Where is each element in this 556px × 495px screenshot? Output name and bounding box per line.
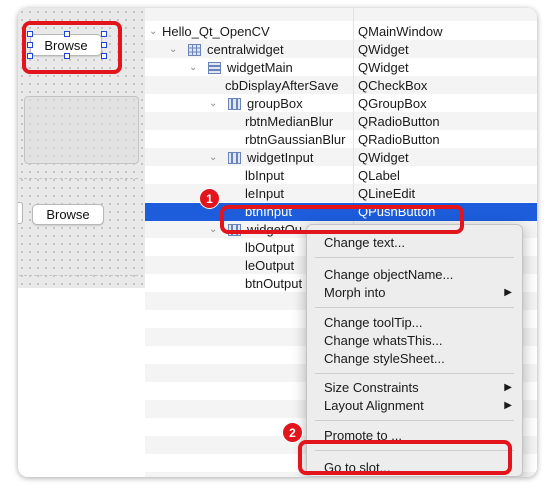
expand-chevron-icon[interactable]: ⌄ — [169, 41, 177, 59]
tree-row[interactable]: ⌄ groupBox QGroupBox — [145, 95, 537, 113]
expand-chevron-icon[interactable]: ⌄ — [189, 59, 197, 77]
step-badge-1: 1 — [199, 188, 220, 209]
menu-item-promote-to[interactable]: Promote to ... — [307, 427, 522, 445]
tree-class-name: QRadioButton — [358, 114, 440, 129]
selection-handle[interactable] — [101, 53, 107, 59]
menu-item-change-tooltip[interactable]: Change toolTip... — [307, 314, 522, 332]
selection-handle[interactable] — [64, 53, 70, 59]
tree-object-name: lbOutput — [245, 240, 295, 255]
widget-input-frame[interactable] — [18, 178, 138, 276]
menu-separator — [315, 450, 514, 451]
menu-item-change-object-name[interactable]: Change objectName... — [307, 266, 522, 284]
tree-class-name: QMainWindow — [358, 24, 443, 39]
tree-object-name: btnOutput — [245, 276, 303, 291]
tree-object-name: rbtnMedianBlur — [245, 114, 334, 129]
tree-object-name: Hello_Qt_OpenCV — [162, 24, 270, 39]
menu-item-label: Promote to ... — [324, 428, 403, 443]
step-badge-2: 2 — [282, 422, 303, 443]
groupbox-frame[interactable] — [24, 96, 139, 164]
menu-item-change-stylesheet[interactable]: Change styleSheet... — [307, 350, 522, 368]
expand-chevron-icon[interactable]: ⌄ — [209, 221, 217, 239]
tree-row[interactable]: ⌄ Hello_Qt_OpenCV QMainWindow — [145, 23, 537, 41]
menu-item-label: Change toolTip... — [324, 315, 423, 330]
tree-class-name: QLineEdit — [358, 186, 416, 201]
canvas-blank-area — [18, 288, 145, 477]
menu-separator — [315, 420, 514, 421]
tree-row[interactable]: cbDisplayAfterSave QCheckBox — [145, 77, 537, 95]
horizontal-layout-icon — [228, 152, 241, 164]
tree-row[interactable]: rbtnGaussianBlur QRadioButton — [145, 131, 537, 149]
tree-object-name: cbDisplayAfterSave — [225, 78, 339, 93]
tree-object-name: groupBox — [247, 96, 303, 111]
menu-separator — [315, 257, 514, 258]
tree-class-name: QWidget — [358, 42, 409, 57]
grid-layout-icon — [188, 44, 201, 56]
selection-handle[interactable] — [101, 42, 107, 48]
tree-object-name: widgetMain — [227, 60, 293, 75]
submenu-arrow-icon: ▶ — [504, 400, 512, 411]
tree-object-name: leOutput — [245, 258, 295, 273]
tree-class-name: QCheckBox — [358, 78, 428, 93]
menu-item-label: Change styleSheet... — [324, 351, 445, 366]
menu-item-label: Change objectName... — [324, 267, 454, 282]
line-edit-input-stub[interactable] — [18, 202, 23, 224]
menu-item-change-text[interactable]: Change text... — [307, 234, 522, 252]
menu-item-size-constraints[interactable]: Size Constraints ▶ — [307, 379, 522, 397]
menu-item-label: Go to slot... — [324, 460, 391, 475]
menu-item-layout-alignment[interactable]: Layout Alignment ▶ — [307, 397, 522, 415]
tree-object-name: centralwidget — [207, 42, 284, 57]
tree-row[interactable]: ⌄ widgetInput QWidget — [145, 149, 537, 167]
selection-handle[interactable] — [27, 53, 33, 59]
tree-object-name: btnInput — [245, 204, 292, 219]
menu-item-label: Change text... — [324, 235, 405, 250]
menu-item-label: Change whatsThis... — [324, 333, 443, 348]
tree-object-name: widgetInput — [247, 150, 314, 165]
menu-item-label: Morph into — [324, 285, 386, 300]
tree-object-name: lbInput — [245, 168, 285, 183]
menu-item-label: Size Constraints — [324, 380, 419, 395]
horizontal-layout-icon — [228, 224, 241, 236]
tree-class-name: QWidget — [358, 60, 409, 75]
tree-class-name: QLabel — [358, 168, 400, 183]
menu-item-morph-into[interactable]: Morph into ▶ — [307, 284, 522, 302]
menu-separator — [315, 373, 514, 374]
horizontal-layout-icon — [228, 98, 241, 110]
qt-designer-window: Browse Browse ⌄ Hello_Qt_OpenCV QMainWin… — [18, 8, 537, 477]
tree-row[interactable]: lbInput QLabel — [145, 167, 537, 185]
selection-handle[interactable] — [64, 31, 70, 37]
expand-chevron-icon[interactable]: ⌄ — [209, 95, 217, 113]
menu-item-go-to-slot[interactable]: Go to slot... — [307, 459, 522, 477]
selection-handle[interactable] — [101, 31, 107, 37]
vertical-layout-icon — [208, 62, 221, 74]
tree-class-name: QWidget — [358, 150, 409, 165]
tree-object-name: rbtnGaussianBlur — [245, 132, 346, 147]
menu-item-change-whats-this[interactable]: Change whatsThis... — [307, 332, 522, 350]
context-menu: Change text... Change objectName... Morp… — [306, 224, 523, 477]
submenu-arrow-icon: ▶ — [504, 287, 512, 298]
expand-chevron-icon[interactable]: ⌄ — [209, 149, 217, 167]
tree-row[interactable]: ⌄ widgetMain QWidget — [145, 59, 537, 77]
tree-object-name: widgetOu — [247, 222, 302, 237]
browse-button-middle[interactable]: Browse — [32, 204, 104, 225]
menu-separator — [315, 307, 514, 308]
tree-row[interactable]: ⌄ centralwidget QWidget — [145, 41, 537, 59]
tree-row[interactable]: rbtnMedianBlur QRadioButton — [145, 113, 537, 131]
expand-chevron-icon[interactable]: ⌄ — [149, 23, 157, 41]
menu-item-label: Layout Alignment — [324, 398, 424, 413]
tree-class-name: QPushButton — [358, 204, 436, 219]
tree-class-name: QRadioButton — [358, 132, 440, 147]
form-canvas[interactable]: Browse Browse — [18, 8, 146, 477]
selection-handle[interactable] — [27, 42, 33, 48]
selection-handle[interactable] — [27, 31, 33, 37]
submenu-arrow-icon: ▶ — [504, 382, 512, 393]
tree-class-name: QGroupBox — [358, 96, 427, 111]
tree-object-name: leInput — [245, 186, 285, 201]
